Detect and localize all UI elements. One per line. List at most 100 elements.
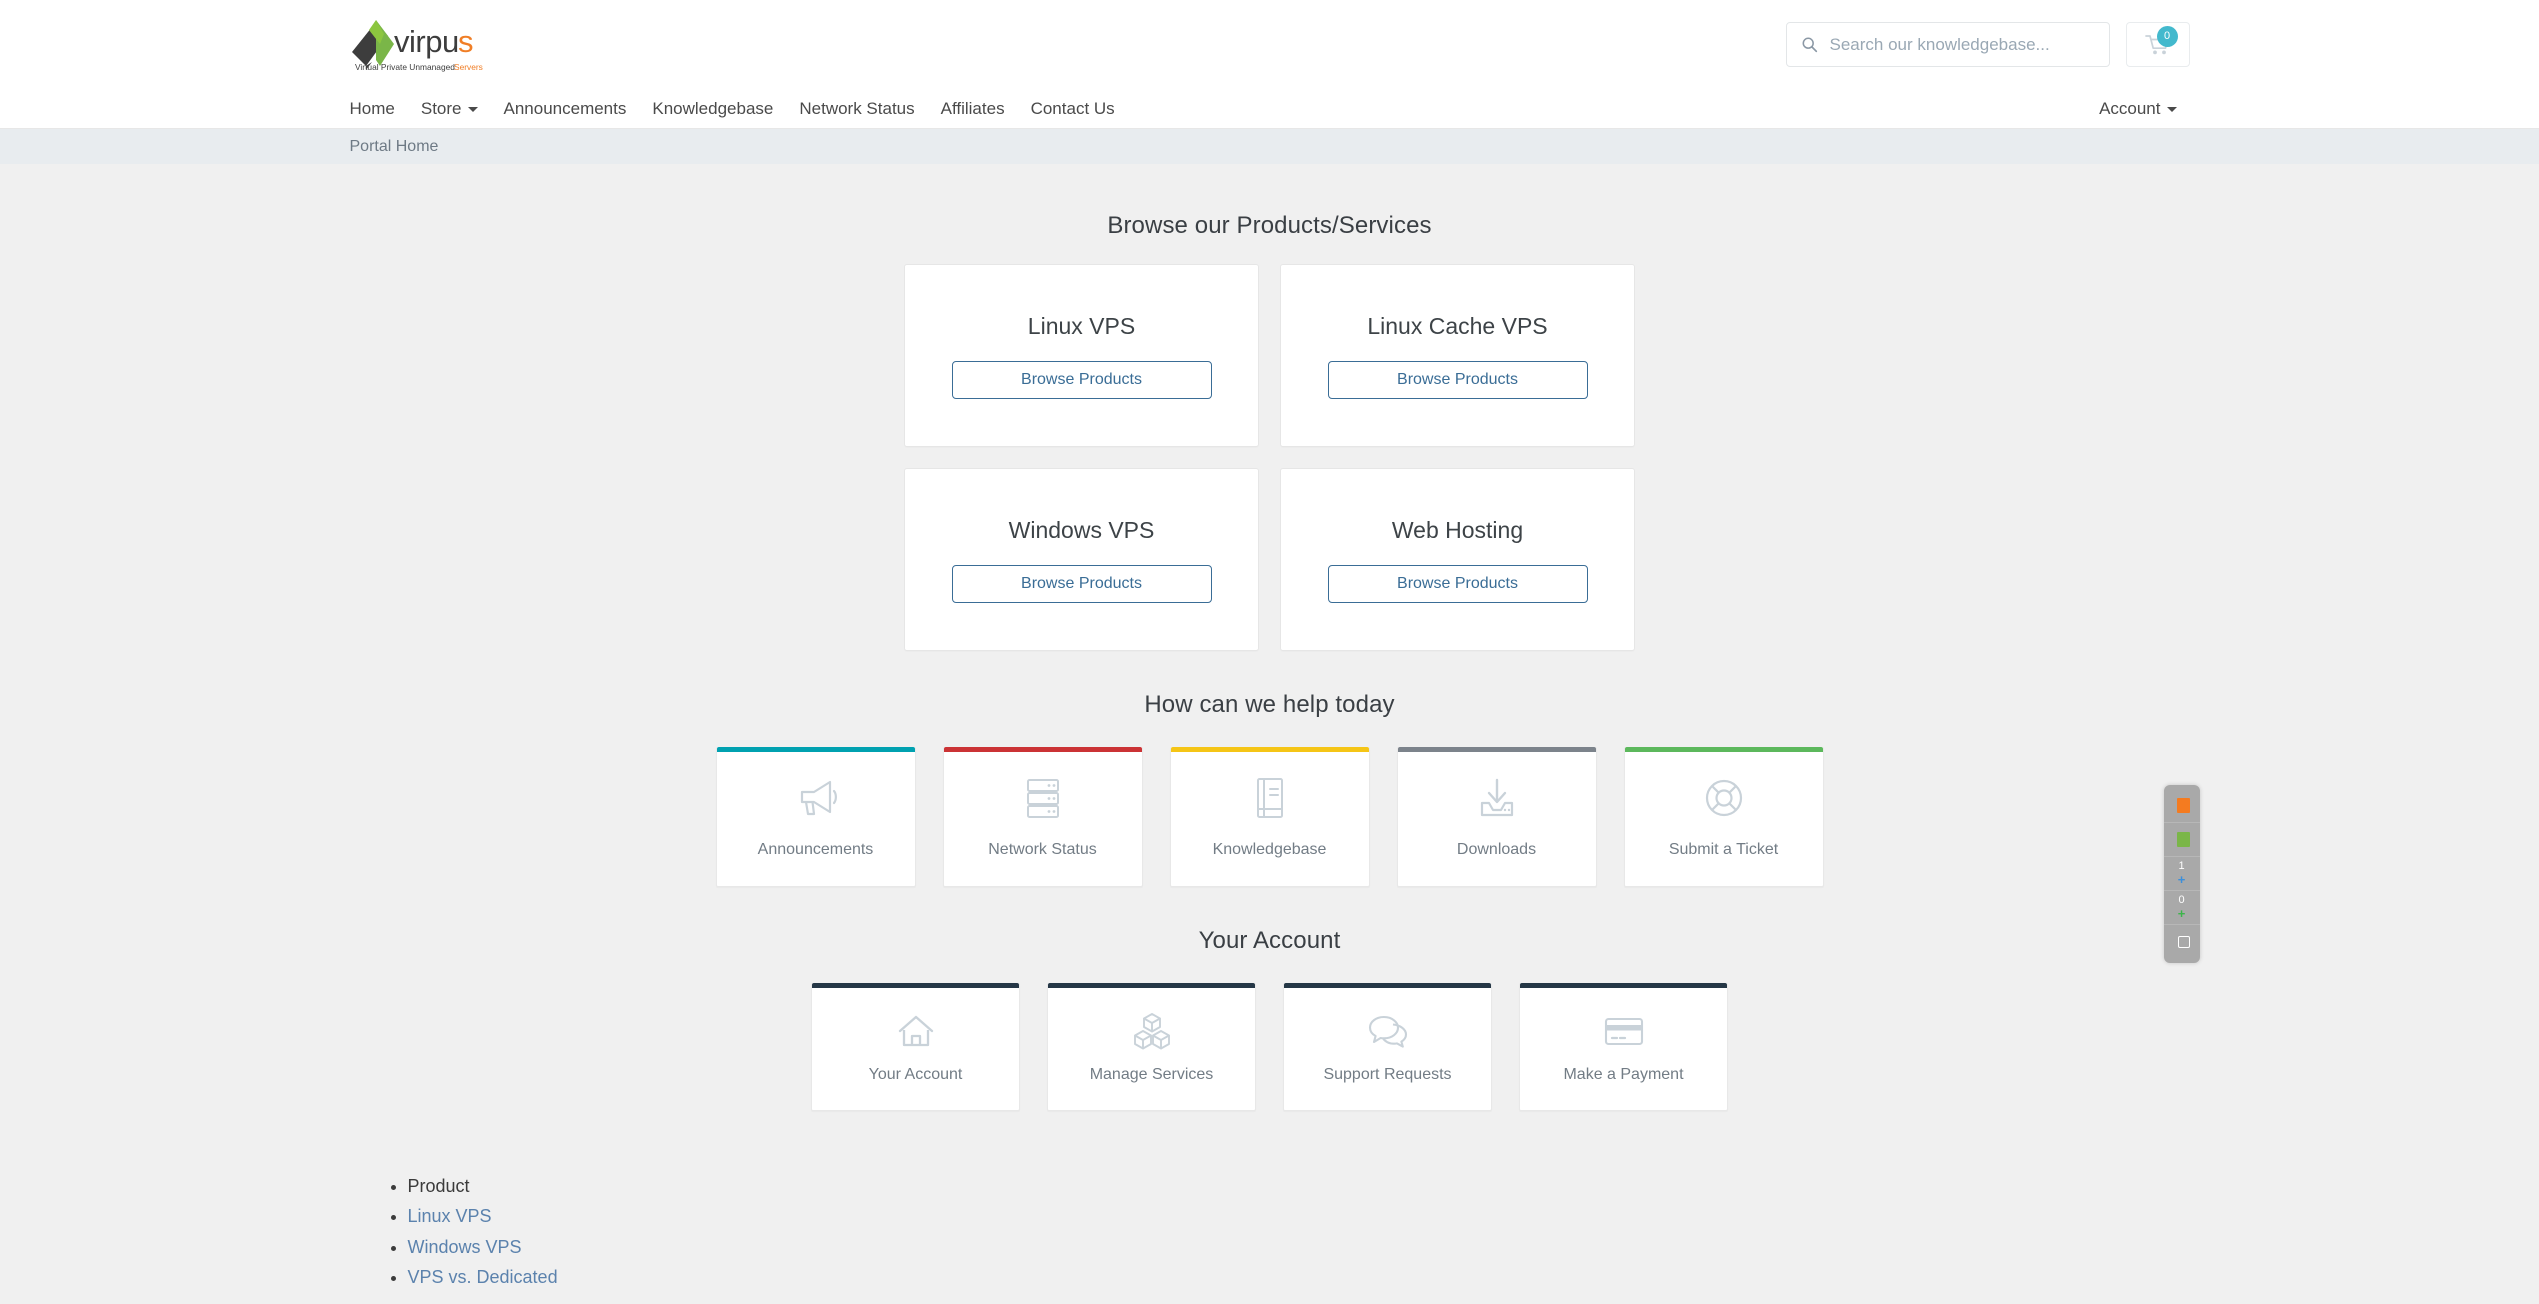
search-input[interactable] xyxy=(1829,34,2095,55)
nav-primary-list: Home Store Announcements Knowledgebase N… xyxy=(350,99,1128,119)
browse-products-button[interactable]: Browse Products xyxy=(951,564,1212,603)
share-item-green[interactable] xyxy=(2163,823,2200,857)
tile-label: Support Requests xyxy=(1323,1065,1452,1083)
floating-share-widget[interactable]: 1 + 0 + xyxy=(2163,785,2200,963)
share-item-tweet-count[interactable]: 1 + xyxy=(2163,857,2200,891)
product-card-title: Windows VPS xyxy=(1008,516,1155,543)
nav-item-label: Contact Us xyxy=(1030,99,1115,118)
products-grid: Linux VPS Browse Products Linux Cache VP… xyxy=(902,264,1637,651)
tile-accent-bar xyxy=(1624,747,1823,752)
svg-text:Servers: Servers xyxy=(454,62,483,72)
tile-label: Your Account xyxy=(868,1065,963,1083)
tile-accent-bar xyxy=(943,747,1142,752)
svg-text:Virtual Private Unmanaged: Virtual Private Unmanaged xyxy=(355,62,455,72)
search-icon xyxy=(1802,37,1817,53)
help-tiles-row: Announcements Network Status Knowledgeba… xyxy=(350,747,2190,887)
nav-item-affiliates[interactable]: Affiliates xyxy=(928,99,1018,119)
share-count-value: 1 xyxy=(2178,860,2185,872)
nav-item-label: Store xyxy=(420,99,462,118)
account-tile-your-account[interactable]: Your Account xyxy=(811,983,1020,1111)
nav-item-account[interactable]: Account xyxy=(2099,99,2189,119)
footer-list-item[interactable]: VPS vs. Dedicated xyxy=(408,1262,2190,1292)
share-item-more[interactable] xyxy=(2164,925,2200,959)
svg-text:virpu: virpu xyxy=(394,24,459,59)
tile-accent-bar xyxy=(1284,983,1491,988)
browse-products-button[interactable]: Browse Products xyxy=(1327,564,1588,603)
chevron-down-icon xyxy=(467,106,478,112)
cart-count-badge: 0 xyxy=(2156,26,2178,47)
plus-icon: + xyxy=(2177,872,2186,887)
nav-item-store[interactable]: Store xyxy=(408,99,491,119)
virpus-logo-icon: virpu s Virtual Private Unmanaged Server… xyxy=(351,20,483,72)
account-tile-support-requests[interactable]: Support Requests xyxy=(1283,983,1492,1111)
nav-item-contact-us[interactable]: Contact Us xyxy=(1018,99,1128,119)
share-item-share-count[interactable]: 0 + xyxy=(2163,891,2200,925)
tile-label: Announcements xyxy=(757,840,874,858)
tile-label: Manage Services xyxy=(1089,1065,1214,1083)
help-tile-knowledgebase[interactable]: Knowledgebase xyxy=(1169,747,1370,887)
search-box[interactable] xyxy=(1785,22,2110,67)
book-icon xyxy=(1247,775,1293,821)
svg-text:s: s xyxy=(458,24,474,59)
nav-item-label: Network Status xyxy=(799,99,915,118)
account-section-title: Your Account xyxy=(1198,927,1341,954)
megaphone-icon xyxy=(793,775,839,821)
nav-item-network-status[interactable]: Network Status xyxy=(786,99,927,119)
help-tile-downloads[interactable]: Downloads xyxy=(1396,747,1597,887)
main-content: Browse our Products/Services Linux VPS B… xyxy=(0,164,2539,1293)
nav-item-announcements[interactable]: Announcements xyxy=(491,99,640,119)
share-count-value: 0 xyxy=(2178,894,2185,906)
help-tile-submit-a-ticket[interactable]: Submit a Ticket xyxy=(1623,747,1824,887)
footer-link-linux-vps[interactable]: Linux VPS xyxy=(408,1206,492,1226)
product-card-title: Linux VPS xyxy=(1027,312,1136,339)
browse-products-button[interactable]: Browse Products xyxy=(1327,360,1588,399)
nav-item-label: Account xyxy=(2099,99,2161,118)
product-card-title: Web Hosting xyxy=(1391,516,1524,543)
product-card-windows-vps[interactable]: Windows VPS Browse Products xyxy=(904,468,1259,651)
browse-products-button[interactable]: Browse Products xyxy=(951,360,1212,399)
product-card-web-hosting[interactable]: Web Hosting Browse Products xyxy=(1280,468,1635,651)
nav-item-label: Announcements xyxy=(503,99,627,118)
search-container xyxy=(1785,22,2110,67)
account-tile-manage-services[interactable]: Manage Services xyxy=(1047,983,1256,1111)
footer-list-item: Product xyxy=(408,1171,2190,1201)
main-navbar: Home Store Announcements Knowledgebase N… xyxy=(0,89,2539,129)
share-square-icon xyxy=(2176,798,2190,813)
tile-accent-bar xyxy=(812,983,1019,988)
lifebuoy-icon xyxy=(1701,775,1747,821)
tile-accent-bar xyxy=(1048,983,1255,988)
cart-button[interactable]: 0 xyxy=(2125,22,2190,67)
tile-label: Knowledgebase xyxy=(1212,840,1327,858)
help-tile-network-status[interactable]: Network Status xyxy=(942,747,1143,887)
footer-heading-product: Product xyxy=(407,1176,470,1196)
download-tray-icon xyxy=(1474,775,1520,821)
tile-accent-bar xyxy=(1520,983,1727,988)
help-tile-announcements[interactable]: Announcements xyxy=(715,747,916,887)
share-more-icon xyxy=(2177,936,2190,948)
tile-label: Submit a Ticket xyxy=(1668,840,1779,858)
account-tiles-row: Your Account Manage Services Support Req… xyxy=(350,983,2190,1111)
server-rack-icon xyxy=(1020,775,1066,821)
chat-bubbles-icon xyxy=(1367,1010,1409,1052)
footer-link-windows-vps[interactable]: Windows VPS xyxy=(408,1237,522,1257)
products-section-title: Browse our Products/Services xyxy=(1107,212,1432,239)
breadcrumb-item-portal-home[interactable]: Portal Home xyxy=(350,138,439,155)
nav-item-label: Affiliates xyxy=(940,99,1005,118)
footer-link-vps-vs-dedicated[interactable]: VPS vs. Dedicated xyxy=(408,1267,558,1287)
product-card-linux-vps[interactable]: Linux VPS Browse Products xyxy=(904,264,1259,447)
credit-card-icon xyxy=(1603,1010,1645,1052)
footer-list-item[interactable]: Windows VPS xyxy=(408,1232,2190,1262)
nav-item-knowledgebase[interactable]: Knowledgebase xyxy=(639,99,786,119)
footer-list: Product Linux VPS Windows VPS VPS vs. De… xyxy=(350,1171,2190,1293)
footer-list-item[interactable]: Linux VPS xyxy=(408,1201,2190,1231)
nav-account-menu[interactable]: Account xyxy=(2099,99,2189,119)
site-logo[interactable]: virpu s Virtual Private Unmanaged Server… xyxy=(350,14,485,80)
tile-accent-bar xyxy=(1397,747,1596,752)
nav-item-home[interactable]: Home xyxy=(350,99,408,119)
tile-label: Make a Payment xyxy=(1563,1065,1684,1083)
product-card-linux-cache-vps[interactable]: Linux Cache VPS Browse Products xyxy=(1280,264,1635,447)
account-tile-make-a-payment[interactable]: Make a Payment xyxy=(1519,983,1728,1111)
share-item-orange[interactable] xyxy=(2163,789,2200,823)
tile-accent-bar xyxy=(716,747,915,752)
tile-accent-bar xyxy=(1170,747,1369,752)
